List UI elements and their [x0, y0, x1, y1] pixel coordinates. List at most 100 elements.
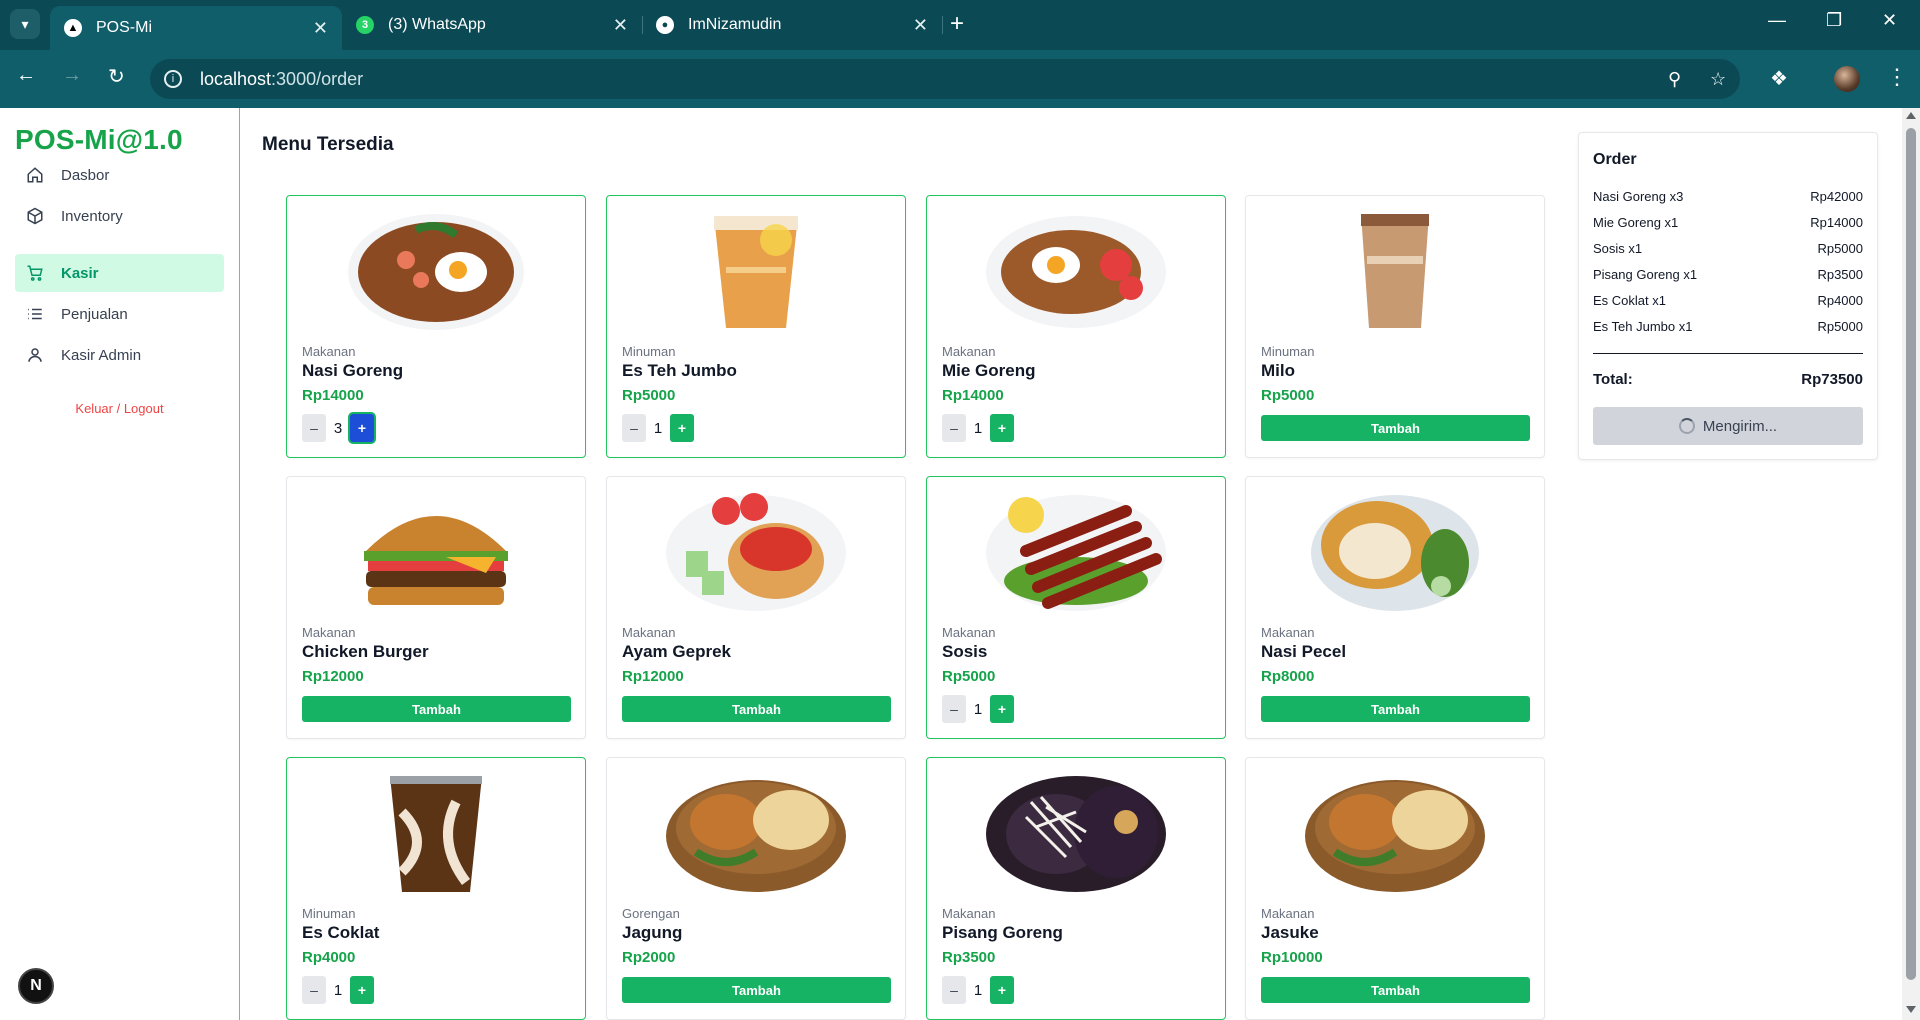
- add-to-order-button[interactable]: Tambah: [622, 977, 891, 1003]
- profile-avatar[interactable]: [1834, 66, 1860, 92]
- close-tab-icon[interactable]: ✕: [613, 15, 628, 36]
- site-info-icon[interactable]: i: [164, 70, 182, 88]
- sidebar-item-dasbor[interactable]: Dasbor: [15, 156, 224, 194]
- reload-icon[interactable]: ↻: [108, 64, 125, 89]
- order-line-amount: Rp4000: [1817, 293, 1863, 308]
- sidebar-item-penjualan[interactable]: Penjualan: [15, 295, 224, 333]
- minimize-icon[interactable]: —: [1768, 10, 1786, 31]
- browser-tab-posmi[interactable]: ▲ POS-Mi ✕: [50, 6, 342, 50]
- order-title: Order: [1593, 151, 1637, 168]
- order-line-amount: Rp3500: [1817, 267, 1863, 282]
- food-image: [1361, 214, 1429, 328]
- nextjs-dev-indicator[interactable]: N: [18, 968, 54, 1004]
- decrease-qty-button[interactable]: –: [942, 414, 966, 442]
- tab-title: ImNizamudin: [688, 16, 782, 33]
- menu-card[interactable]: Makanan Chicken Burger Rp12000 Tambah: [286, 476, 586, 739]
- order-line-name: Es Coklat x1: [1593, 293, 1666, 308]
- food-image: [666, 780, 846, 892]
- add-to-order-button[interactable]: Tambah: [622, 696, 891, 722]
- sidebar-item-kasir[interactable]: Kasir: [15, 254, 224, 292]
- menu-name: Jasuke: [1261, 923, 1319, 942]
- tab-search-chevron-icon[interactable]: ▾: [10, 9, 40, 39]
- menu-price: Rp8000: [1261, 668, 1315, 685]
- menu-name: Pisang Goreng: [942, 923, 1063, 942]
- quantity-value: 1: [333, 981, 343, 999]
- food-image: [1305, 780, 1485, 892]
- menu-category: Makanan: [942, 625, 996, 640]
- order-line-item: Mie Goreng x1 Rp14000: [1593, 215, 1863, 230]
- decrease-qty-button[interactable]: –: [942, 976, 966, 1004]
- url-text[interactable]: localhost:3000/order: [200, 69, 363, 90]
- add-to-order-button[interactable]: Tambah: [1261, 415, 1530, 441]
- page-scrollbar[interactable]: [1902, 108, 1920, 1020]
- menu-category: Gorengan: [622, 906, 680, 921]
- increase-qty-button[interactable]: +: [990, 976, 1014, 1004]
- add-to-order-button[interactable]: Tambah: [1261, 696, 1530, 722]
- bookmark-star-icon[interactable]: ☆: [1710, 59, 1726, 99]
- order-line-item: Es Teh Jumbo x1 Rp5000: [1593, 319, 1863, 334]
- tab-title: (3) WhatsApp: [388, 16, 486, 33]
- menu-card[interactable]: Minuman Milo Rp5000 Tambah: [1245, 195, 1545, 458]
- browser-tab-whatsapp[interactable]: 3 (3) WhatsApp ✕: [342, 6, 642, 44]
- decrease-qty-button[interactable]: –: [622, 414, 646, 442]
- menu-price: Rp12000: [302, 668, 364, 685]
- add-to-order-button[interactable]: Tambah: [1261, 977, 1530, 1003]
- menu-name: Es Teh Jumbo: [622, 361, 737, 380]
- menu-card[interactable]: Makanan Ayam Geprek Rp12000 Tambah: [606, 476, 906, 739]
- close-tab-icon[interactable]: ✕: [913, 15, 928, 36]
- sidebar-item-kasir-admin[interactable]: Kasir Admin: [15, 336, 224, 374]
- increase-qty-button[interactable]: +: [990, 695, 1014, 723]
- cart-icon: [25, 263, 45, 283]
- menu-card[interactable]: Minuman Es Teh Jumbo Rp5000 –1 +: [606, 195, 906, 458]
- menu-card[interactable]: Makanan Nasi Goreng Rp14000 –3 +: [286, 195, 586, 458]
- scroll-thumb[interactable]: [1906, 128, 1916, 980]
- restore-icon[interactable]: ❐: [1826, 10, 1842, 31]
- user-icon: [25, 345, 45, 365]
- menu-card[interactable]: Makanan Mie Goreng Rp14000 –1 +: [926, 195, 1226, 458]
- list-icon: [25, 304, 45, 324]
- menu-price: Rp4000: [302, 949, 356, 966]
- food-image: [364, 516, 508, 605]
- back-arrow-icon[interactable]: ←: [16, 64, 36, 87]
- menu-category: Makanan: [1261, 906, 1315, 921]
- increase-qty-button[interactable]: +: [350, 976, 374, 1004]
- sidebar-item-label: Dasbor: [61, 166, 110, 184]
- menu-card[interactable]: Makanan Nasi Pecel Rp8000 Tambah: [1245, 476, 1545, 739]
- close-tab-icon[interactable]: ✕: [313, 18, 328, 39]
- box-icon: [25, 206, 45, 226]
- decrease-qty-button[interactable]: –: [302, 976, 326, 1004]
- address-bar[interactable]: i localhost:3000/order ⚲ ☆: [150, 59, 1740, 99]
- submit-order-button[interactable]: Mengirim...: [1593, 407, 1863, 445]
- food-image: [986, 216, 1166, 328]
- order-line-amount: Rp5000: [1817, 319, 1863, 334]
- zoom-icon[interactable]: ⚲: [1668, 59, 1681, 99]
- more-menu-icon[interactable]: ⋮: [1886, 64, 1908, 90]
- menu-card[interactable]: Makanan Sosis Rp5000 –1 +: [926, 476, 1226, 739]
- decrease-qty-button[interactable]: –: [942, 695, 966, 723]
- extensions-puzzle-icon[interactable]: ❖: [1770, 66, 1788, 91]
- page-title: Menu Tersedia: [262, 134, 394, 155]
- decrease-qty-button[interactable]: –: [302, 414, 326, 442]
- menu-name: Ayam Geprek: [622, 642, 731, 661]
- menu-card[interactable]: Gorengan Jagung Rp2000 Tambah: [606, 757, 906, 1020]
- menu-category: Makanan: [622, 625, 676, 640]
- sidebar-item-inventory[interactable]: Inventory: [15, 197, 224, 235]
- scroll-up-icon[interactable]: [1906, 112, 1916, 119]
- menu-category: Makanan: [302, 625, 356, 640]
- menu-card[interactable]: Minuman Es Coklat Rp4000 –1 +: [286, 757, 586, 1020]
- forward-arrow-icon[interactable]: →: [62, 64, 82, 87]
- window-close-icon[interactable]: ✕: [1882, 10, 1897, 31]
- new-tab-plus-icon[interactable]: +: [950, 10, 964, 38]
- menu-price: Rp14000: [942, 387, 1004, 404]
- add-to-order-button[interactable]: Tambah: [302, 696, 571, 722]
- increase-qty-button[interactable]: +: [990, 414, 1014, 442]
- scroll-down-icon[interactable]: [1906, 1006, 1916, 1013]
- increase-qty-button[interactable]: +: [670, 414, 694, 442]
- browser-tab-github[interactable]: ● ImNizamudin ✕: [642, 6, 942, 44]
- quantity-stepper: –1 +: [942, 976, 1014, 1004]
- menu-card[interactable]: Makanan Jasuke Rp10000 Tambah: [1245, 757, 1545, 1020]
- increase-qty-button[interactable]: +: [350, 414, 374, 442]
- menu-category: Makanan: [302, 344, 356, 359]
- logout-link[interactable]: Keluar / Logout: [0, 401, 239, 416]
- menu-card[interactable]: Makanan Pisang Goreng Rp3500 –1 +: [926, 757, 1226, 1020]
